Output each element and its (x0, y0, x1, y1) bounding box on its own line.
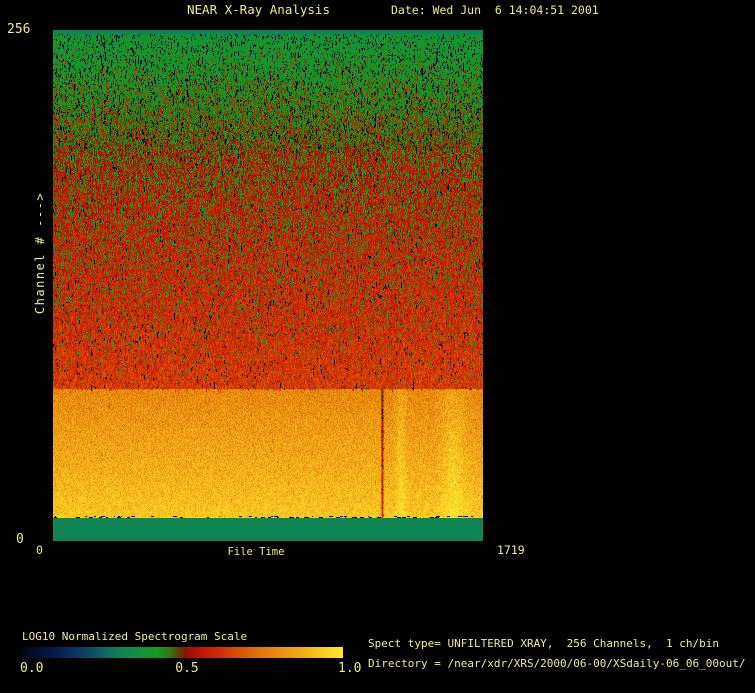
spect-type-label: Spect type= UNFILTERED XRAY, 256 Channel… (368, 638, 719, 649)
directory-label: Directory = /near/xdr/XRS/2000/06-00/XSd… (368, 658, 746, 669)
colorbar-tick-mid: 0.5 (175, 662, 198, 675)
colorbar-tick-max: 1.0 (338, 662, 361, 675)
colorbar-gradient (22, 647, 343, 658)
spectrogram-heatmap (53, 30, 483, 541)
chart-title: NEAR X-Ray Analysis (187, 4, 330, 17)
colorbar-tick-min: 0.0 (20, 662, 43, 675)
y-axis-min-label: 0 (16, 533, 24, 546)
y-axis-max-label: 256 (7, 23, 30, 36)
x-axis-title: File Time (228, 547, 285, 558)
x-axis-max-label: 1719 (497, 545, 525, 557)
y-axis-title: Channel # ---> (33, 192, 47, 314)
x-axis-min-label: 0 (36, 545, 43, 557)
near-xray-analysis-window: NEAR X-Ray Analysis Date: Wed Jun 6 14:0… (0, 0, 755, 693)
colorbar-title: LOG10 Normalized Spectrogram Scale (22, 631, 247, 642)
date-label: Date: Wed Jun 6 14:04:51 2001 (391, 5, 599, 17)
